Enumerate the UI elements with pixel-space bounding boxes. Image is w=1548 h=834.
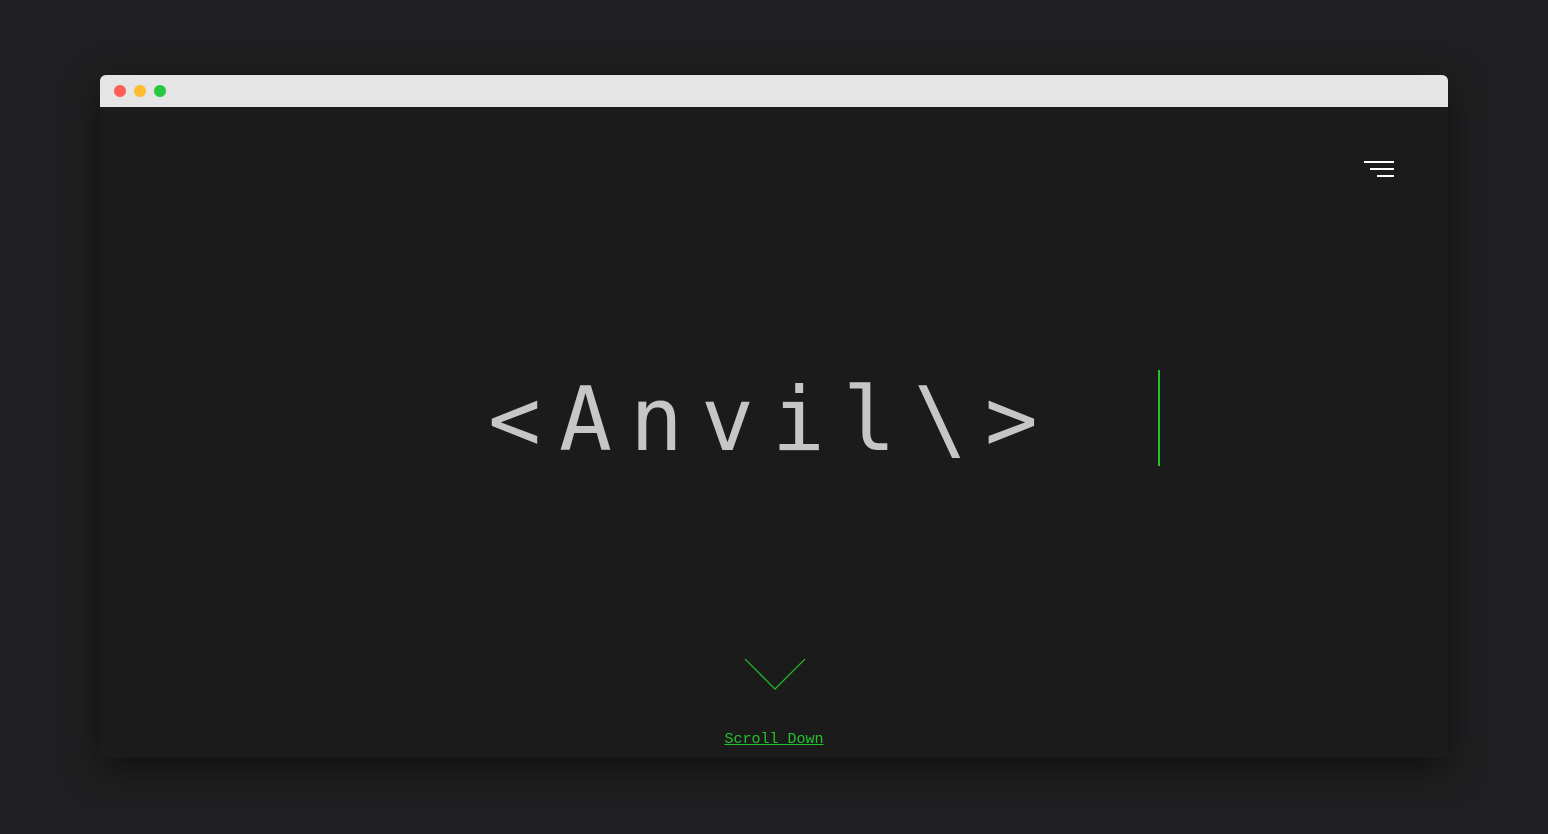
menu-line [1364, 161, 1394, 163]
page-viewport: <Anvil\> Scroll Down [100, 107, 1448, 758]
menu-line [1370, 168, 1394, 170]
menu-line [1377, 175, 1394, 177]
minimize-window-button[interactable] [134, 85, 146, 97]
hamburger-menu-icon[interactable] [1364, 159, 1396, 181]
scroll-down-link[interactable]: Scroll Down [100, 731, 1448, 748]
browser-window: <Anvil\> Scroll Down [100, 75, 1448, 758]
chevron-down-icon[interactable] [744, 658, 806, 692]
hero-title: <Anvil\> [488, 368, 1056, 471]
close-window-button[interactable] [114, 85, 126, 97]
typing-cursor [1158, 370, 1160, 466]
maximize-window-button[interactable] [154, 85, 166, 97]
window-titlebar [100, 75, 1448, 107]
